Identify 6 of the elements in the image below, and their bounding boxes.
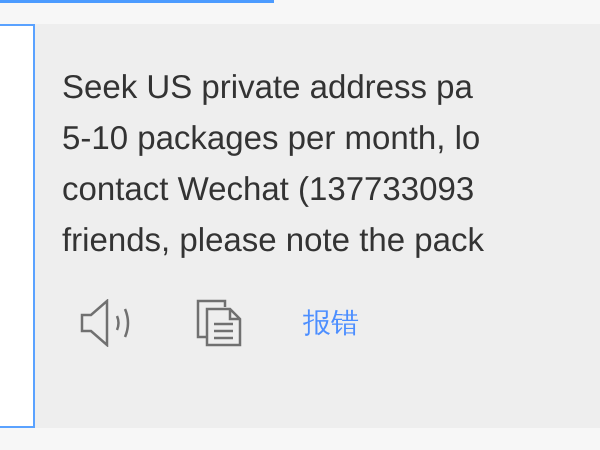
copy-icon[interactable] — [195, 299, 243, 347]
report-error-link[interactable]: 报错 — [303, 309, 359, 337]
translation-text-line: friends, please note the pack — [62, 220, 484, 260]
translation-text-line: 5-10 packages per month, lo — [62, 118, 480, 158]
translation-text-line: Seek US private address pa — [62, 67, 473, 107]
translation-text-line: contact Wechat (137733093 — [62, 169, 474, 209]
